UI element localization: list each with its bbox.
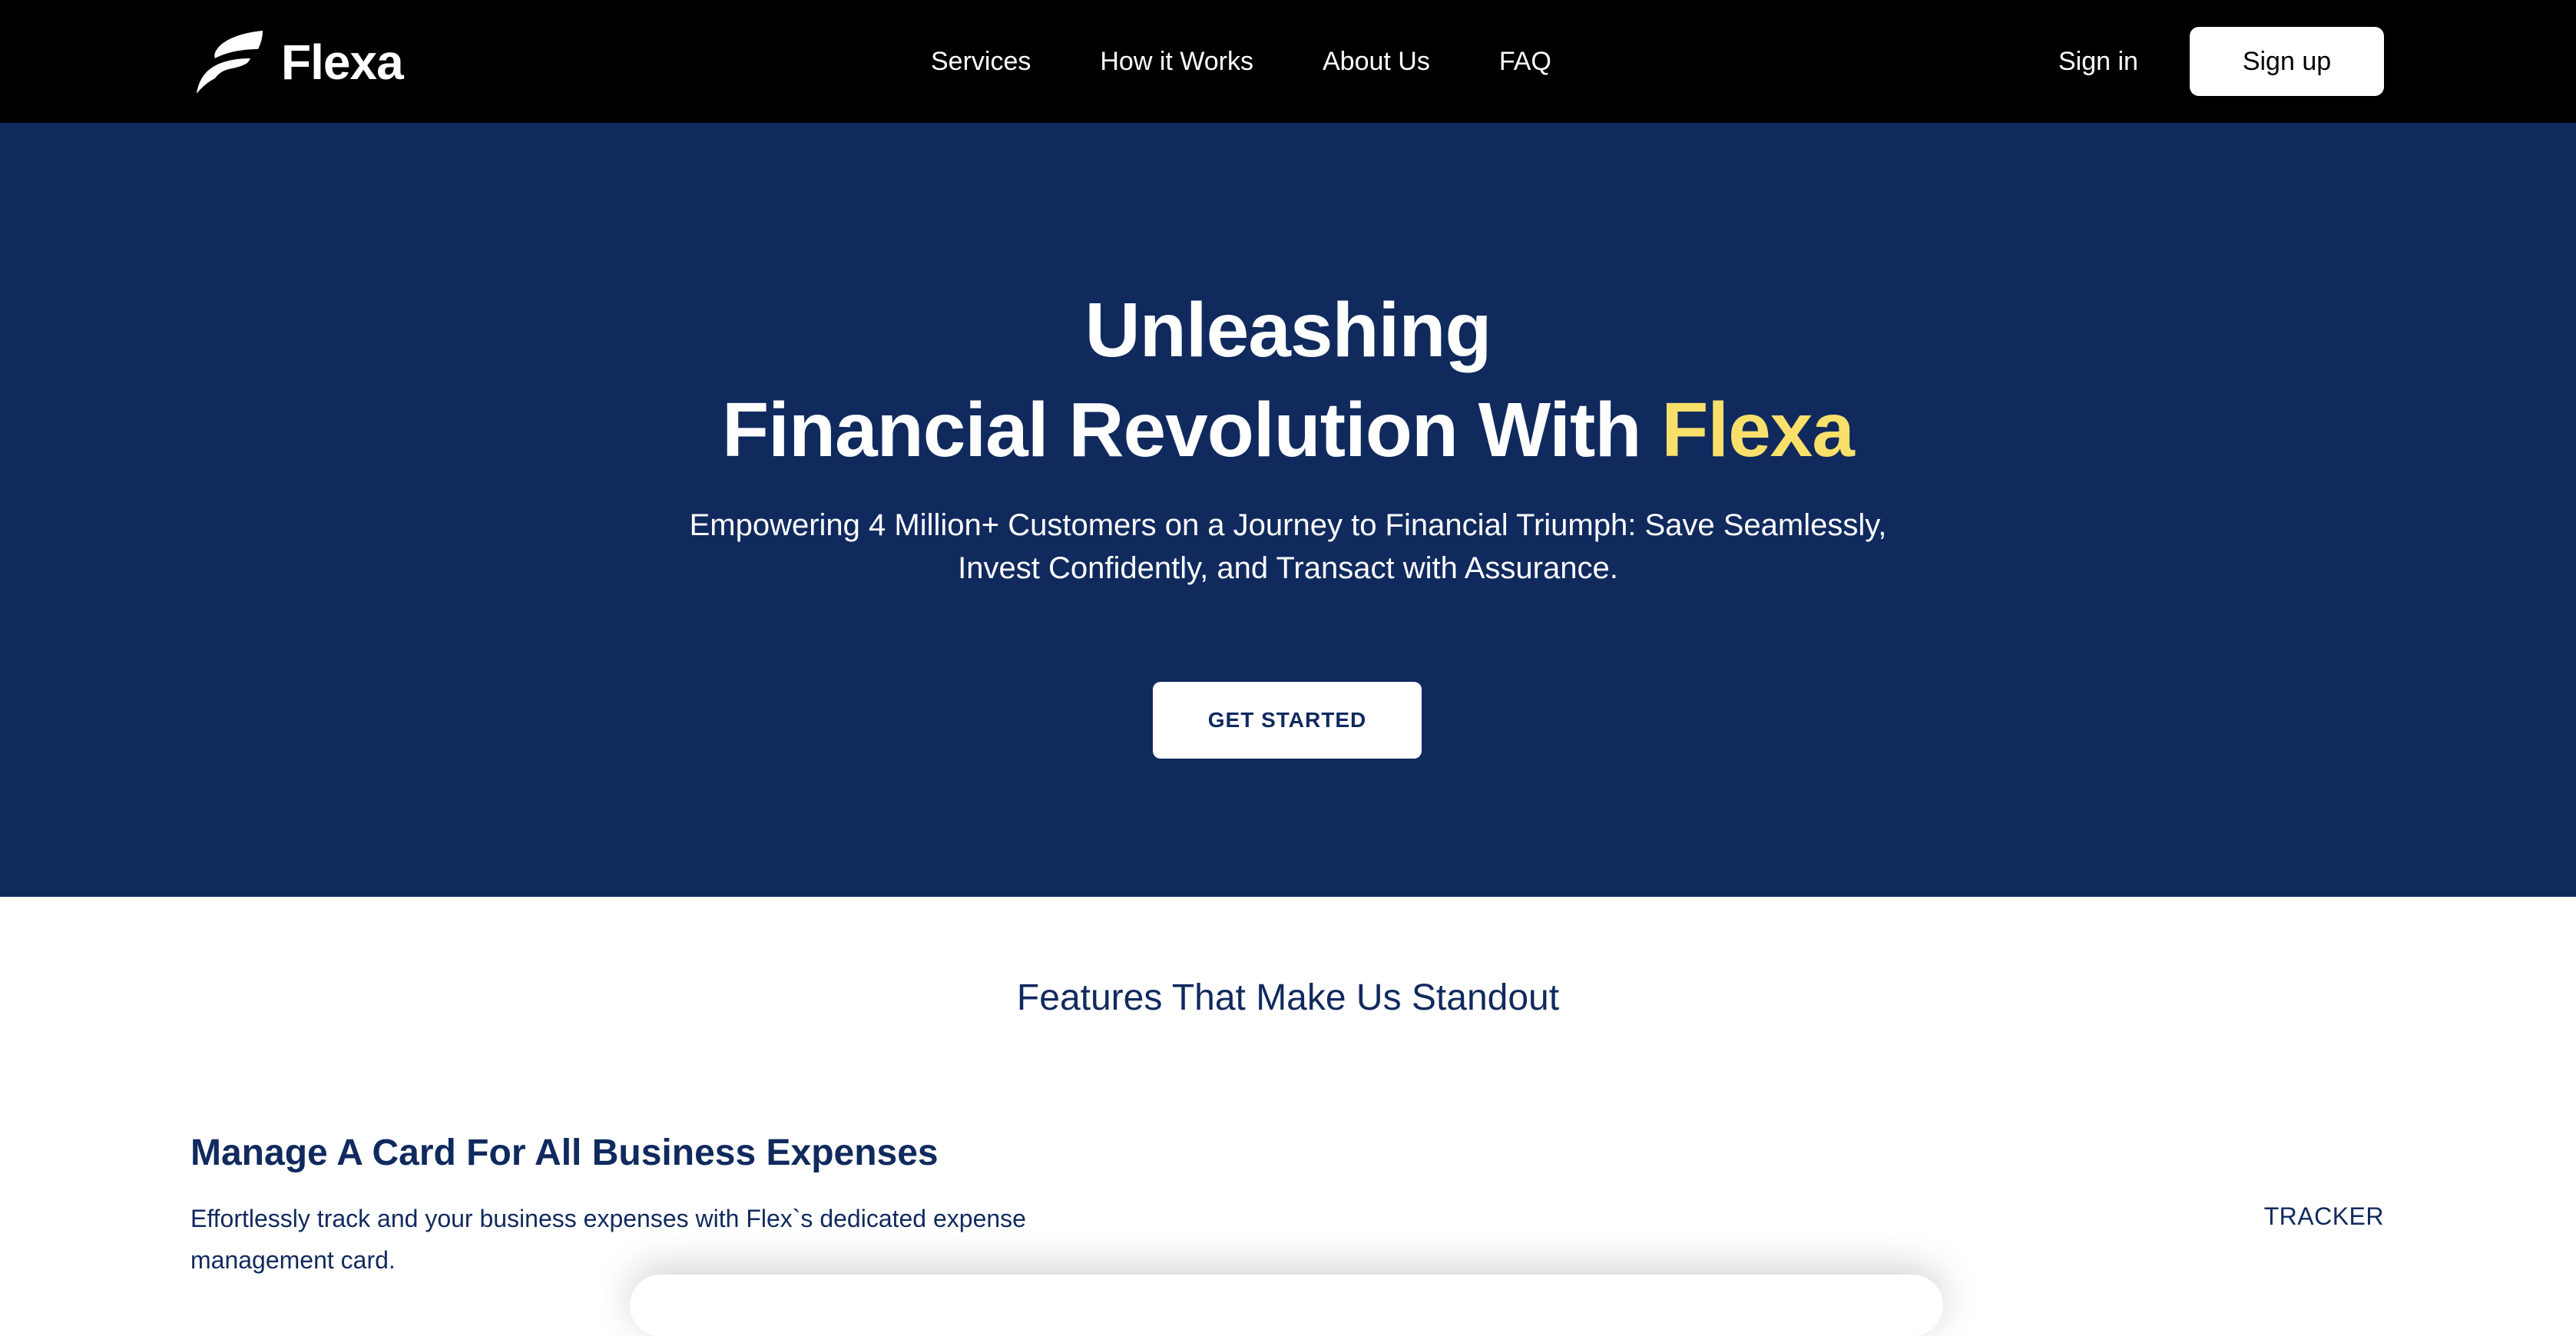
hero-title: Unleashing Financial Revolution With Fle… [0, 280, 2576, 480]
flexa-logo-icon [197, 31, 263, 94]
nav-link-faq[interactable]: FAQ [1499, 47, 1551, 77]
primary-nav: Services How it Works About Us FAQ [931, 38, 1551, 84]
brand-logo-link[interactable]: Flexa [192, 28, 404, 97]
hero-title-line-2: Financial Revolution With Flexa [0, 380, 2576, 480]
hero-title-line-1: Unleashing [1084, 287, 1492, 373]
hero-title-brand-accent: Flexa [1661, 387, 1855, 473]
nav-link-services[interactable]: Services [931, 47, 1031, 77]
get-started-button[interactable]: GET STARTED [1153, 682, 1422, 759]
sign-in-link[interactable]: Sign in [2058, 38, 2138, 84]
sign-up-button[interactable]: Sign up [2190, 27, 2384, 96]
feature-card-preview [630, 1275, 1943, 1336]
hero-subtitle: Empowering 4 Million+ Customers on a Jou… [689, 508, 1887, 585]
feature-title: Manage A Card For All Business Expenses [190, 1133, 939, 1173]
features-heading: Features That Make Us Standout [1016, 977, 1560, 1018]
hero-section: Unleashing Financial Revolution With Fle… [0, 123, 2576, 897]
hero-title-line-2-text: Financial Revolution With [722, 387, 1662, 473]
brand-name: Flexa [281, 35, 404, 90]
feature-tag-tracker[interactable]: TRACKER [2264, 1199, 2384, 1233]
feature-description: Effortlessly track and your business exp… [190, 1205, 1026, 1274]
nav-link-how-it-works[interactable]: How it Works [1100, 47, 1253, 77]
nav-link-about-us[interactable]: About Us [1323, 47, 1430, 77]
top-nav: Flexa Services How it Works About Us FAQ… [0, 0, 2576, 123]
